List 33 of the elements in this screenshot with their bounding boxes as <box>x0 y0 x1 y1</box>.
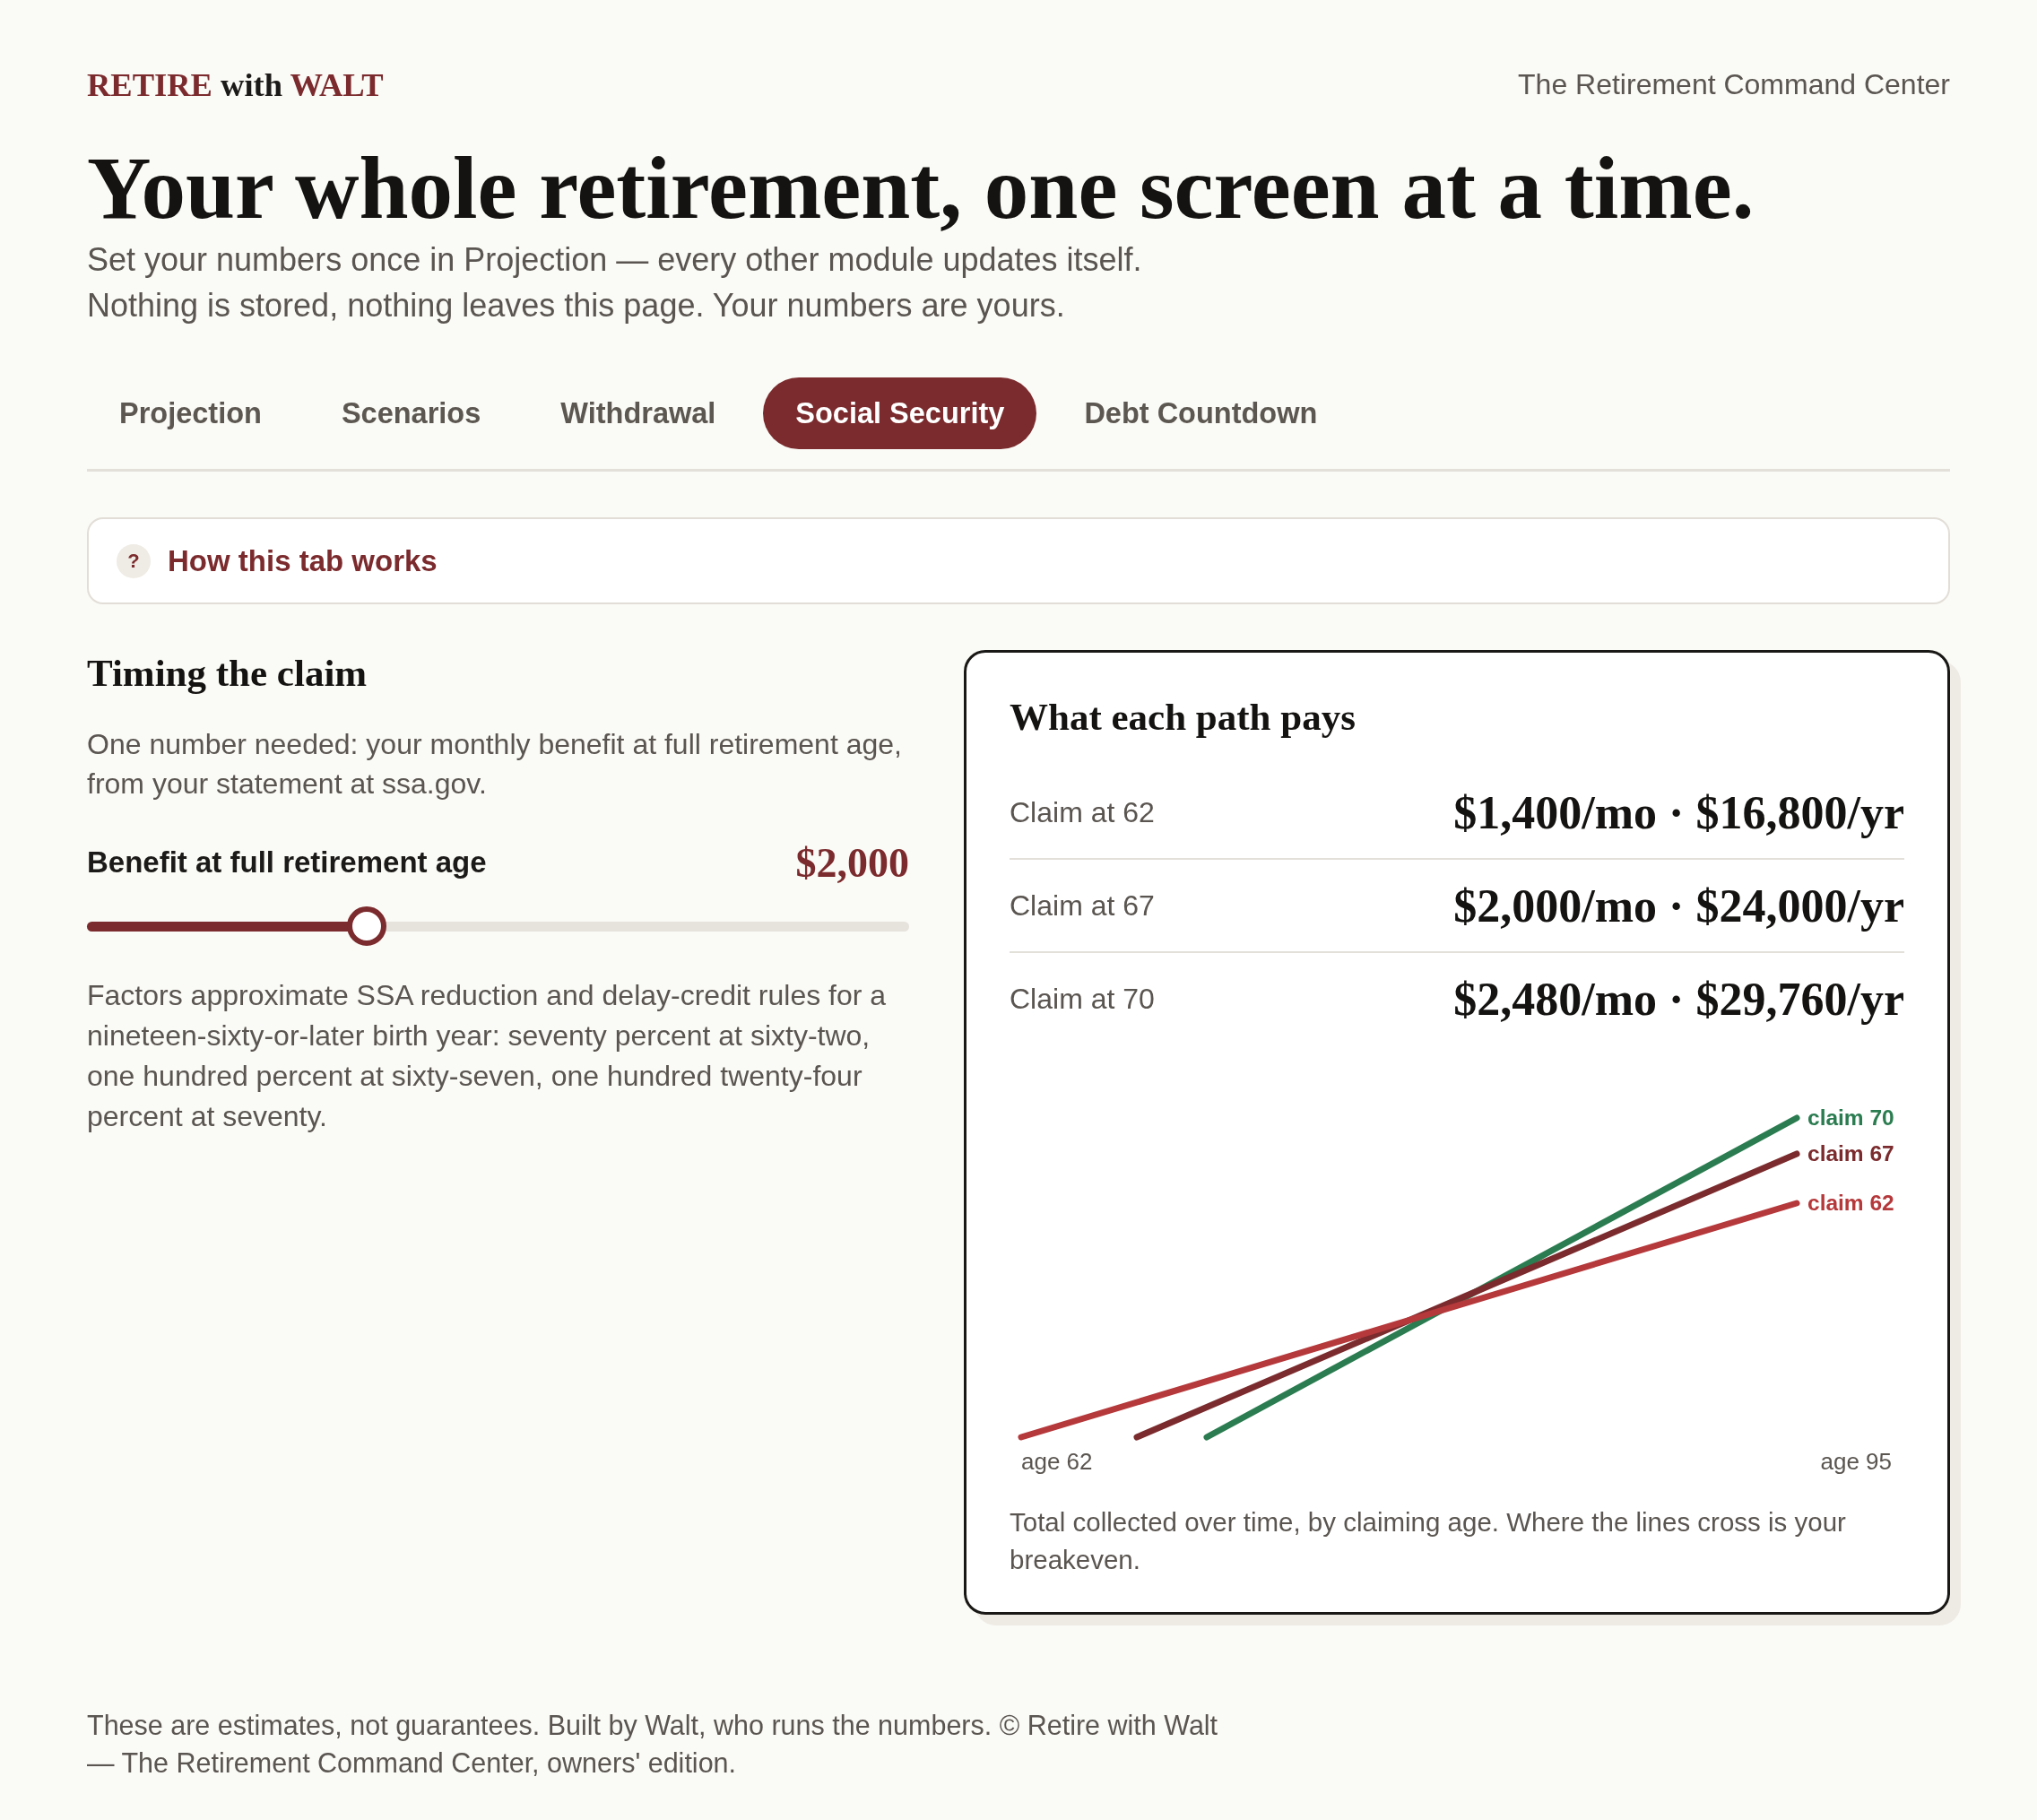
intro-text: One number needed: your monthly benefit at full retirement age, from your statement at ssa.gov. <box>87 727 903 802</box>
axis-label: age 62 <box>1021 1447 1093 1476</box>
payout-amount: $2,480/mo · $29,760/yr <box>1453 972 1904 1026</box>
how-it-works-toggle[interactable]: ? How this tab works <box>87 517 1950 604</box>
slider-label: Benefit at full retirement age <box>87 845 487 880</box>
claim-label: Claim at 62 <box>1010 795 1155 829</box>
payout-amount: $2,000/mo · $24,000/yr <box>1453 879 1904 932</box>
tab[interactable]: Scenarios <box>308 377 514 449</box>
chart-caption: Total collected over time, by claiming age. Where the lines cross is your breakeven. <box>1010 1506 1847 1576</box>
brand-logo: RETIRE with WALT <box>87 65 384 104</box>
card-title: What each path pays <box>1010 697 1357 738</box>
claim-label: Claim at 70 <box>1010 982 1155 1016</box>
tab[interactable]: Projection <box>87 377 294 449</box>
line-label: claim 62 <box>1807 1191 1894 1215</box>
slider-thumb[interactable] <box>346 906 386 946</box>
section-title: Timing the claim <box>87 652 368 695</box>
help-icon: ? <box>117 543 151 578</box>
line-label: claim 67 <box>1807 1141 1894 1166</box>
subtitle-line: Nothing is stored, nothing leaves this page. Your numbers are yours. <box>87 286 1066 325</box>
line-label: claim 70 <box>1807 1105 1894 1130</box>
tab[interactable]: Withdrawal <box>528 377 749 449</box>
page-title: Your whole retirement, one screen at a time. <box>87 143 1755 233</box>
tab[interactable]: Social Security <box>763 377 1037 449</box>
site-tagline: The Retirement Command Center <box>1518 67 1950 101</box>
tab[interactable]: Debt Countdown <box>1052 377 1350 449</box>
axis-label: age 95 <box>1820 1447 1892 1476</box>
footer-text: These are estimates, not guarantees. Built by Walt, who runs the numbers. © Retire with Walt — The Retirement Command Center, owners' edition. <box>87 1709 1219 1780</box>
slider-value: $2,000 <box>795 838 909 887</box>
subtitle-line: Set your numbers once in Projection — every other module updates itself. <box>87 240 1143 280</box>
note-text: Factors approximate SSA reduction and delay-credit rules for a nineteen-sixty-or-later birth year: seventy percent at sixty-two, one hundred percent at sixty-seven, one hundred twenty-four percent at seventy. <box>87 978 888 1134</box>
claim-label: Claim at 67 <box>1010 888 1155 923</box>
payout-amount: $1,400/mo · $16,800/yr <box>1453 785 1904 839</box>
benefit-slider-track[interactable] <box>87 906 909 946</box>
